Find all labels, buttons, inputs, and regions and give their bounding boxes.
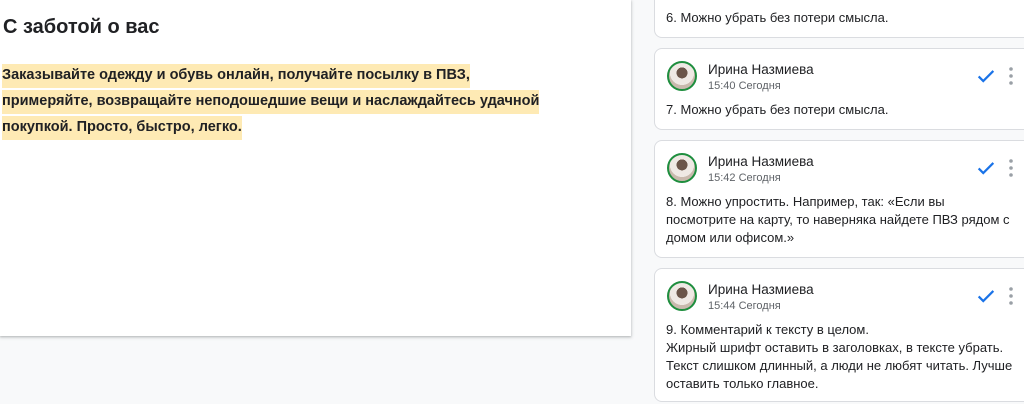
check-icon[interactable] xyxy=(975,157,997,179)
comment-timestamp: 15:44 Сегодня xyxy=(708,300,781,312)
avatar xyxy=(667,61,697,91)
paragraph-line: Заказывайте одежду и обувь онлайн, получ… xyxy=(2,64,470,88)
comment-card-9[interactable]: Ирина Назмиева 15:44 Сегодня 9. Коммента… xyxy=(654,268,1024,402)
paragraph-line: покупкой. Просто, быстро, легко. xyxy=(2,116,242,140)
comment-card-7[interactable]: Ирина Назмиева 15:40 Сегодня 7. Можно уб… xyxy=(654,48,1024,130)
more-vert-icon[interactable] xyxy=(1007,65,1015,87)
more-vert-icon[interactable] xyxy=(1007,157,1015,179)
comment-text: 9. Комментарий к тексту в целом. Жирный … xyxy=(666,322,1013,391)
avatar xyxy=(667,153,697,183)
paragraph-line: примеряйте, возвращайте неподошедшие вещ… xyxy=(2,90,540,114)
comment-author: Ирина Назмиева xyxy=(708,154,814,169)
comment-text: 7. Можно убрать без потери смысла. xyxy=(666,102,889,117)
avatar xyxy=(667,281,697,311)
check-icon[interactable] xyxy=(975,65,997,87)
comment-text: 6. Можно убрать без потери смысла. xyxy=(666,10,889,25)
highlighted-paragraph[interactable]: Заказывайте одежду и обувь онлайн, получ… xyxy=(2,62,562,140)
comment-text: 8. Можно упростить. Например, так: «Если… xyxy=(666,194,1010,245)
more-vert-icon[interactable] xyxy=(1007,285,1015,307)
comment-card-8[interactable]: Ирина Назмиева 15:42 Сегодня 8. Можно уп… xyxy=(654,140,1024,258)
comment-timestamp: 15:40 Сегодня xyxy=(708,80,781,92)
comment-author: Ирина Назмиева xyxy=(708,282,814,297)
section-heading: С заботой о вас xyxy=(3,16,160,38)
comment-card-6[interactable]: 6. Можно убрать без потери смысла. xyxy=(654,0,1024,38)
comment-timestamp: 15:42 Сегодня xyxy=(708,172,781,184)
comment-author: Ирина Назмиева xyxy=(708,62,814,77)
document-page: С заботой о вас Заказывайте одежду и обу… xyxy=(0,0,631,336)
check-icon[interactable] xyxy=(975,285,997,307)
